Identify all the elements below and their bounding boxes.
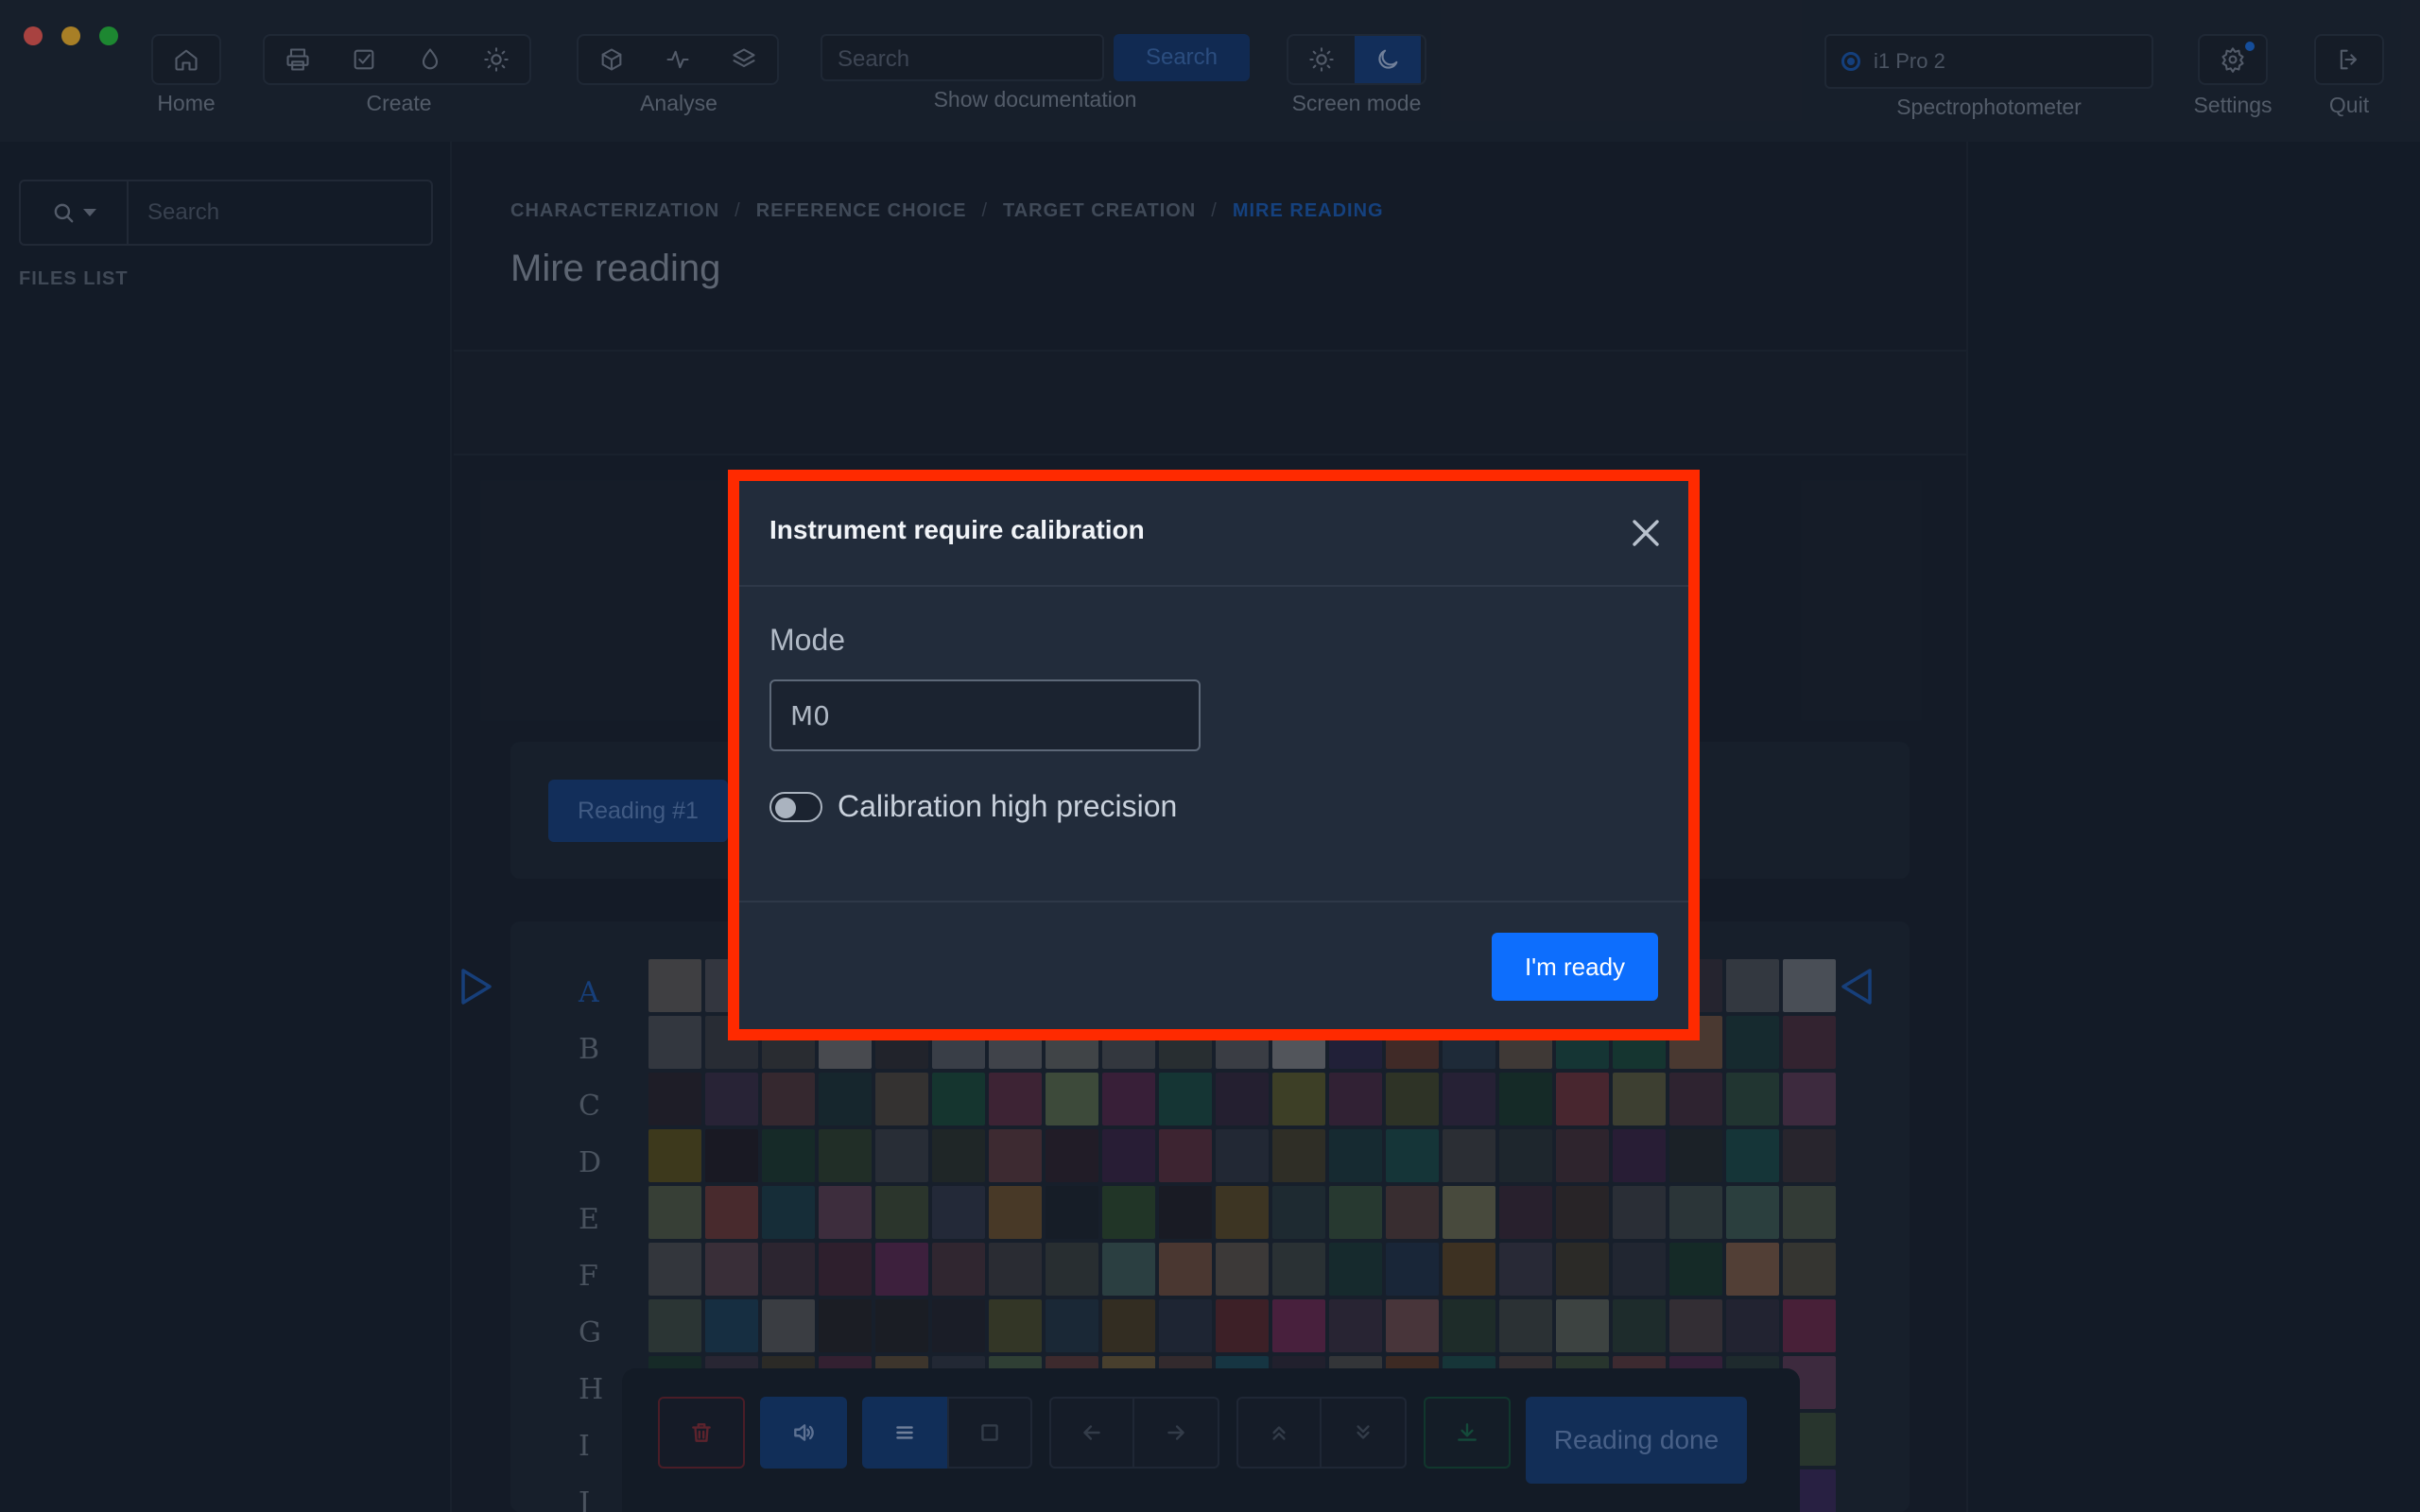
modal-title: Instrument require calibration [769,515,1145,544]
mode-label: Mode [769,623,846,657]
high-precision-toggle[interactable] [769,791,822,822]
calibration-modal: Instrument require calibration Mode M0 C… [739,481,1688,1029]
close-button[interactable] [1630,517,1662,549]
high-precision-row: Calibration high precision [769,789,1177,824]
mode-field[interactable]: M0 [769,679,1201,751]
modal-footer: I'm ready [739,901,1688,1029]
modal-header: Instrument require calibration [739,481,1688,587]
ready-button[interactable]: I'm ready [1492,933,1658,1001]
close-icon [1633,520,1659,546]
high-precision-label: Calibration high precision [838,789,1178,823]
